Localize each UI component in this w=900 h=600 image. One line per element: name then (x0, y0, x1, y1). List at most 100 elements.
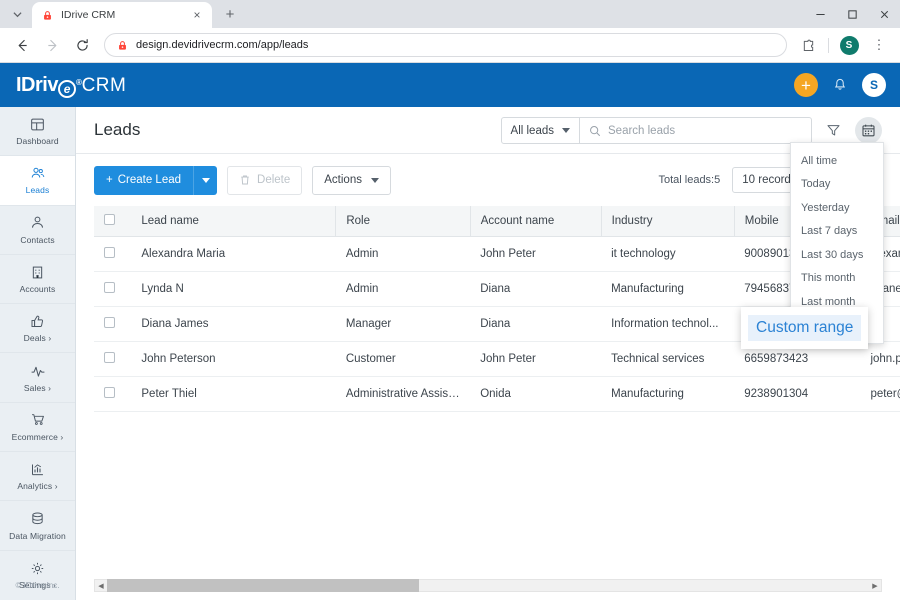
sidebar-item-contacts[interactable]: Contacts (0, 206, 75, 255)
horizontal-scrollbar[interactable]: ◀ ▶ (94, 579, 882, 592)
date-option-all-time[interactable]: All time (791, 149, 883, 173)
quick-create-button[interactable]: + (794, 73, 818, 97)
create-lead-button[interactable]: + Create Lead (94, 165, 194, 195)
row-checkbox[interactable] (104, 281, 115, 293)
profile-avatar[interactable]: S (836, 32, 862, 58)
app-body: Dashboard Leads Contacts Accounts Deals (0, 107, 900, 600)
cell-industry: Technical services (601, 341, 735, 377)
sidebar-item-dashboard[interactable]: Dashboard (0, 107, 75, 157)
close-icon[interactable]: × (190, 9, 204, 21)
sidebar-label: Contacts (20, 234, 55, 245)
cell-lead-name: Diana James (131, 306, 336, 342)
select-all-header (94, 206, 132, 237)
cell-role: Admin (335, 236, 471, 272)
row-checkbox-cell (94, 376, 132, 412)
sidebar: Dashboard Leads Contacts Accounts Deals (0, 107, 76, 600)
row-checkbox-cell (94, 306, 132, 342)
delete-label: Delete (257, 174, 291, 186)
sidebar-item-accounts[interactable]: Accounts (0, 255, 75, 305)
page-header: Leads All leads Search leads (76, 107, 900, 154)
funnel-icon[interactable] (820, 117, 847, 144)
gear-icon (30, 560, 45, 576)
browser-menu-icon[interactable]: ⋮ (866, 32, 892, 58)
date-option-today[interactable]: Today (791, 173, 883, 197)
minimize-icon[interactable] (804, 0, 836, 28)
address-bar[interactable]: design.devidrivecrm.com/app/leads (104, 33, 787, 57)
sidebar-label: Data Migration (9, 530, 66, 541)
table-row[interactable]: Peter Thiel Administrative Assist... Oni… (94, 376, 900, 412)
table-head: Lead name Role Account name Industry Mob… (94, 206, 900, 237)
forward-icon (38, 31, 66, 59)
search-input[interactable]: Search leads (580, 117, 812, 144)
date-option-yesterday[interactable]: Yesterday (791, 196, 883, 220)
sidebar-item-data-migration[interactable]: Data Migration (0, 501, 75, 551)
close-window-icon[interactable] (868, 0, 900, 28)
sidebar-item-deals[interactable]: Deals › (0, 304, 75, 354)
app-logo[interactable]: IDriv e ® CRM (16, 73, 127, 98)
url-text: design.devidrivecrm.com/app/leads (136, 39, 309, 51)
scroll-left-arrow[interactable]: ◀ (95, 582, 107, 590)
view-filter-dropdown[interactable]: All leads (500, 117, 580, 144)
cell-account-name: Diana (470, 306, 602, 342)
chevron-down-icon (562, 128, 570, 133)
avatar[interactable]: S (862, 73, 886, 97)
sidebar-item-settings[interactable]: Settings › (0, 551, 75, 600)
reload-icon[interactable] (68, 31, 96, 59)
sidebar-label: Dashboard (16, 136, 59, 147)
dashboard-icon (30, 116, 45, 132)
sidebar-item-sales[interactable]: Sales › (0, 353, 75, 403)
records-per-page-label: 10 records (742, 174, 797, 186)
calendar-icon[interactable] (855, 117, 882, 144)
table-row[interactable]: Lynda N Admin Diana Manufacturing 794568… (94, 271, 900, 307)
browser-tab[interactable]: IDrive CRM × (32, 2, 212, 28)
scrollbar-thumb[interactable] (107, 579, 420, 592)
date-option-last-30-days[interactable]: Last 30 days (791, 243, 883, 267)
view-filter-label: All leads (510, 124, 554, 137)
chevron-down-icon (201, 177, 210, 183)
custom-range-magnifier: Custom range (741, 307, 869, 349)
date-option-last-7-days[interactable]: Last 7 days (791, 220, 883, 244)
app-header: IDriv e ® CRM + S (0, 63, 900, 107)
logo-registered: ® (75, 77, 82, 87)
date-option-this-month[interactable]: This month (791, 267, 883, 291)
logo-suffix: CRM (81, 74, 127, 96)
cell-role: Manager (335, 306, 471, 342)
column-header-role[interactable]: Role (335, 206, 471, 237)
table-row[interactable]: Alexandra Maria Admin John Peter it tech… (94, 236, 900, 272)
bell-icon[interactable] (832, 77, 848, 93)
scrollbar-track[interactable] (107, 579, 869, 592)
pulse-icon (30, 363, 46, 379)
back-icon[interactable] (8, 31, 36, 59)
logo-prefix: IDriv (16, 73, 58, 96)
maximize-icon[interactable] (836, 0, 868, 28)
chevron-down-icon (370, 177, 379, 183)
actions-dropdown[interactable]: Actions (312, 165, 391, 195)
row-checkbox[interactable] (104, 316, 115, 328)
tab-search-button[interactable] (4, 1, 30, 27)
date-option-custom-range-hovered[interactable]: Custom range (748, 315, 862, 341)
select-all-checkbox[interactable] (104, 213, 115, 225)
sidebar-item-leads[interactable]: Leads (0, 156, 75, 206)
puzzle-icon[interactable] (795, 32, 821, 58)
column-header-account-name[interactable]: Account name (470, 206, 602, 237)
browser-toolbar: design.devidrivecrm.com/app/leads S ⋮ (0, 28, 900, 63)
sidebar-label: Analytics › (17, 481, 58, 492)
column-header-industry[interactable]: Industry (601, 206, 735, 237)
action-bar: + Create Lead Delete Actions Total leads… (76, 154, 900, 206)
sidebar-item-ecommerce[interactable]: Ecommerce › (0, 403, 75, 453)
create-lead-dropdown-button[interactable] (193, 165, 218, 195)
row-checkbox[interactable] (104, 246, 115, 258)
scroll-right-arrow[interactable]: ▶ (869, 582, 881, 590)
new-tab-button[interactable]: + (218, 2, 242, 26)
cell-role: Administrative Assist... (335, 376, 471, 412)
cell-lead-name: Peter Thiel (131, 376, 336, 412)
row-checkbox[interactable] (104, 386, 115, 398)
row-checkbox[interactable] (104, 351, 115, 363)
sidebar-item-analytics[interactable]: Analytics › (0, 452, 75, 502)
delete-button: Delete (227, 165, 303, 195)
column-header-lead-name[interactable]: Lead name (131, 206, 337, 237)
trash-icon (239, 174, 251, 186)
window-controls (804, 0, 900, 28)
chart-icon (30, 461, 45, 477)
main-content: Leads All leads Search leads + Create Le… (76, 107, 900, 600)
